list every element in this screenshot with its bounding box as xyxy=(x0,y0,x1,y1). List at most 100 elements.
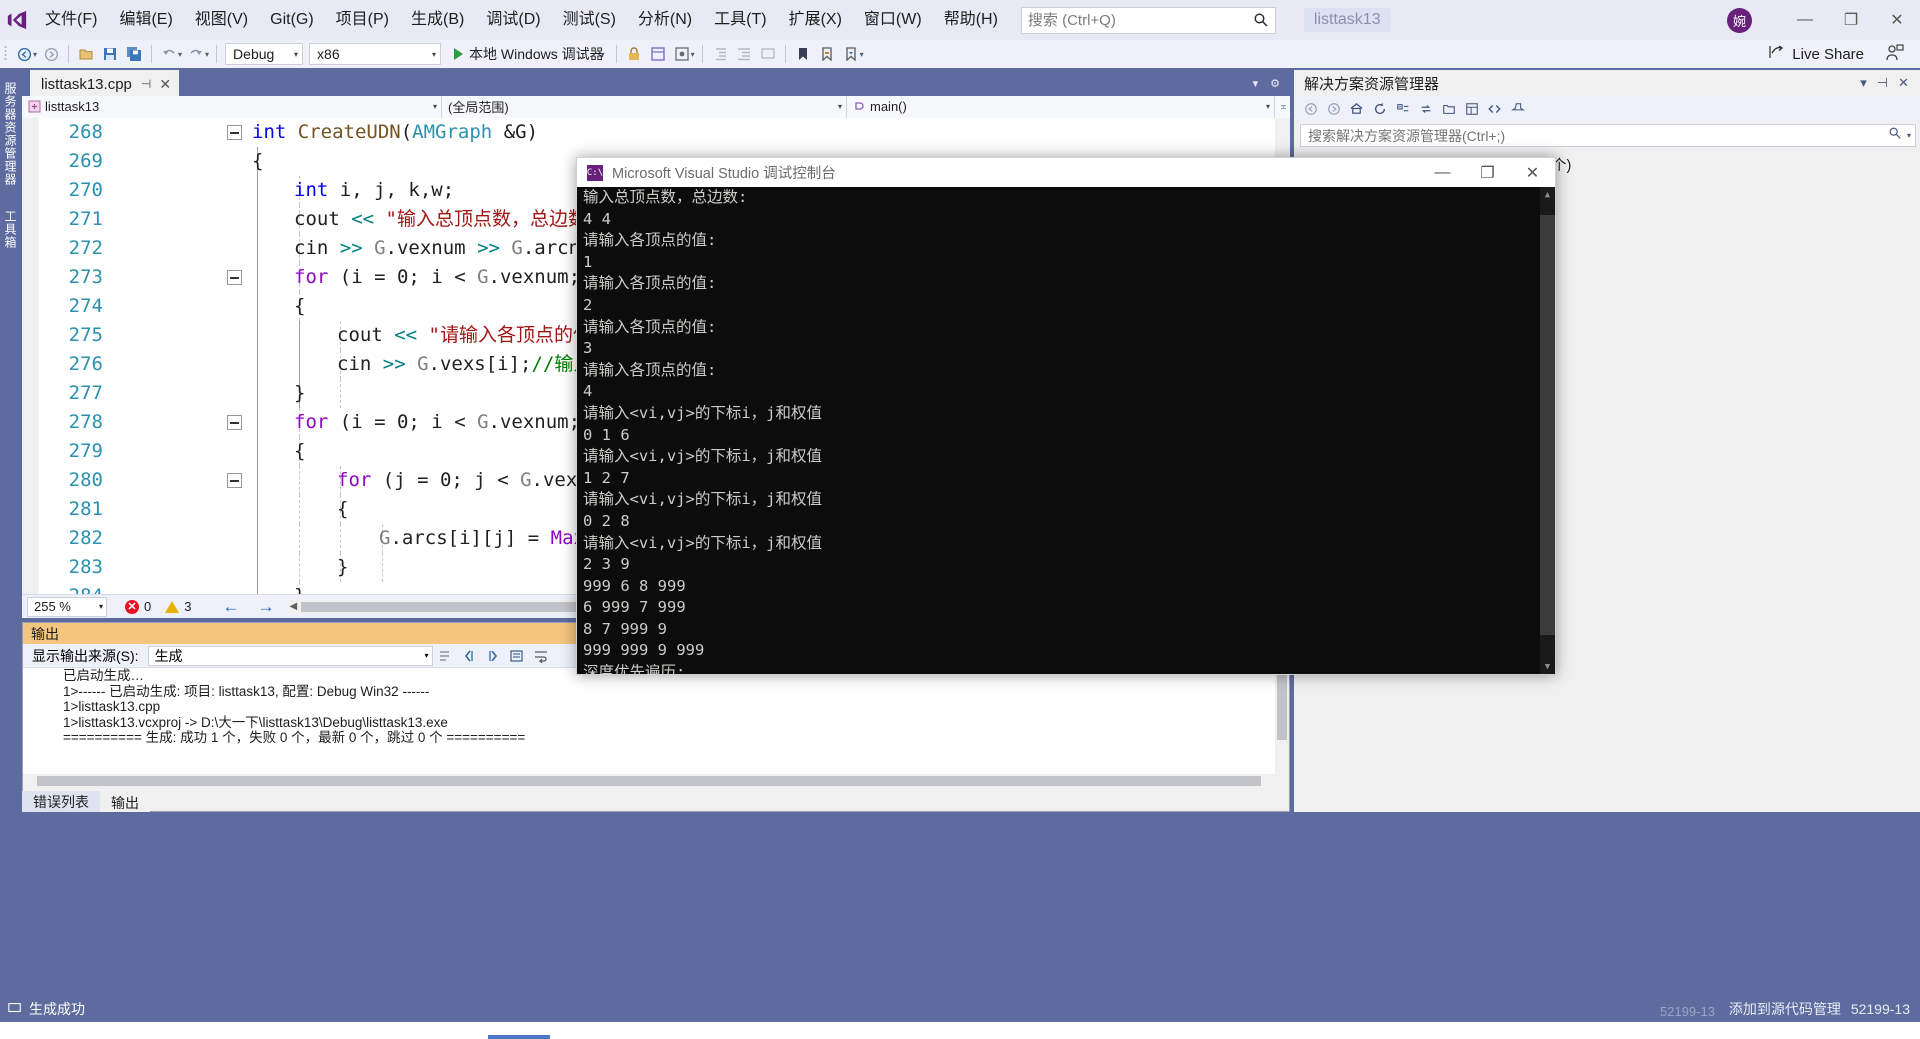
chevron-down-icon[interactable]: ▾ xyxy=(1855,75,1872,91)
collapse-region-icon[interactable] xyxy=(227,473,242,488)
menu-item-edit[interactable]: 编辑(E) xyxy=(108,0,183,40)
global-search-box[interactable] xyxy=(1020,6,1276,34)
start-debugging-button[interactable]: 本地 Windows 调试器 ▾ xyxy=(450,42,611,66)
console-restore-button[interactable]: ❐ xyxy=(1465,158,1510,187)
menu-item-window[interactable]: 窗口(W) xyxy=(853,0,933,40)
menu-item-analyze[interactable]: 分析(N) xyxy=(627,0,703,40)
pin-icon[interactable] xyxy=(1506,98,1529,120)
forward-icon[interactable] xyxy=(1322,98,1345,120)
select-element-dropdown-icon[interactable]: ▾ xyxy=(691,50,695,59)
navbar-member-combo[interactable]: main() ▾ xyxy=(847,95,1275,118)
scrollbar-thumb[interactable] xyxy=(37,776,1261,786)
restore-button[interactable]: ❐ xyxy=(1828,0,1874,40)
navbar-project-combo[interactable]: listtask13 ▾ xyxy=(22,95,442,118)
security-icon[interactable] xyxy=(622,42,646,66)
toggle-bookmark-icon[interactable] xyxy=(815,42,839,66)
search-input[interactable] xyxy=(1027,11,1253,29)
refresh-icon[interactable] xyxy=(1368,98,1391,120)
solution-explorer-search-box[interactable]: ▾ xyxy=(1300,124,1916,147)
navigate-backward-dropdown-icon[interactable]: ▾ xyxy=(33,50,37,59)
output-text-area[interactable]: 已启动生成… 1>------ 已启动生成: 项目: listtask13, 配置… xyxy=(23,668,1289,788)
tab-list-dropdown-icon[interactable]: ▾ xyxy=(1247,77,1265,90)
live-visual-tree-icon[interactable] xyxy=(646,42,670,66)
undo-dropdown-icon[interactable]: ▾ xyxy=(178,50,182,59)
console-close-button[interactable]: ✕ xyxy=(1510,158,1555,187)
tab-error-list[interactable]: 错误列表 xyxy=(22,791,100,812)
menu-item-debug[interactable]: 调试(D) xyxy=(475,0,551,40)
redo-dropdown-icon[interactable]: ▾ xyxy=(205,50,209,59)
close-button[interactable]: ✕ xyxy=(1874,0,1920,40)
document-options-gear-icon[interactable]: ⚙ xyxy=(1264,77,1286,90)
sidebar-item-server-explorer[interactable]: 服务器资源管理器 xyxy=(0,76,22,196)
save-icon[interactable] xyxy=(98,42,122,66)
menu-item-build[interactable]: 生成(B) xyxy=(400,0,475,40)
menu-item-project[interactable]: 项目(P) xyxy=(325,0,400,40)
search-icon[interactable] xyxy=(1888,126,1902,145)
bookmark-icon[interactable] xyxy=(791,42,815,66)
save-all-icon[interactable] xyxy=(122,42,146,66)
scrollbar-thumb[interactable] xyxy=(1277,670,1287,740)
go-to-next-message-icon[interactable] xyxy=(481,645,505,667)
debug-console-window[interactable]: C:\ Microsoft Visual Studio 调试控制台 — ❐ ✕ … xyxy=(576,157,1556,675)
back-icon[interactable] xyxy=(1299,98,1322,120)
menu-item-tools[interactable]: 工具(T) xyxy=(703,0,777,40)
scroll-down-icon[interactable]: ▼ xyxy=(1540,659,1555,674)
chevron-down-icon[interactable]: ▾ xyxy=(601,50,605,59)
chevron-down-icon[interactable]: ▾ xyxy=(1902,131,1911,140)
sync-icon[interactable] xyxy=(1414,98,1437,120)
warning-count-indicator[interactable]: 3 xyxy=(165,599,191,614)
close-icon[interactable]: ✕ xyxy=(159,76,171,93)
avatar[interactable]: 婉 xyxy=(1727,7,1752,33)
navbar-scope-combo[interactable]: (全局范围) ▾ xyxy=(442,95,847,118)
bookmark-dropdown-icon[interactable]: ▾ xyxy=(860,50,864,59)
menu-item-help[interactable]: 帮助(H) xyxy=(933,0,1009,40)
solution-configuration-combo[interactable]: Debug ▾ xyxy=(225,43,304,65)
toolbar-grip[interactable] xyxy=(4,44,12,64)
live-share-button[interactable]: Live Share xyxy=(1768,40,1864,68)
code-view-icon[interactable] xyxy=(1483,98,1506,120)
minimize-button[interactable]: — xyxy=(1782,0,1828,40)
output-source-combo[interactable]: 生成 ▾ xyxy=(147,645,433,666)
collapse-region-icon[interactable] xyxy=(227,125,242,140)
find-message-icon[interactable] xyxy=(433,645,457,667)
collapse-region-icon[interactable] xyxy=(227,270,242,285)
menu-item-view[interactable]: 视图(V) xyxy=(184,0,259,40)
go-to-previous-message-icon[interactable] xyxy=(457,645,481,667)
zoom-level-combo[interactable]: 255 % ▾ xyxy=(27,596,107,617)
menu-item-git[interactable]: Git(G) xyxy=(259,0,325,40)
sidebar-item-toolbox[interactable]: 工具箱 xyxy=(0,204,22,266)
collapse-region-icon[interactable] xyxy=(227,415,242,430)
collapse-all-icon[interactable] xyxy=(1391,98,1414,120)
send-feedback-icon[interactable] xyxy=(1886,44,1904,67)
menu-item-test[interactable]: 测试(S) xyxy=(552,0,627,40)
document-tab-listtask13-cpp[interactable]: listtask13.cpp ⊣ ✕ xyxy=(30,70,180,96)
navbar-split-button[interactable] xyxy=(1275,95,1290,118)
close-icon[interactable]: ✕ xyxy=(1893,75,1914,91)
new-project-icon[interactable] xyxy=(74,42,98,66)
code-line[interactable]: 268 int CreateUDN(AMGraph &G) xyxy=(22,118,1290,147)
toggle-word-wrap-icon[interactable] xyxy=(529,645,553,667)
navigate-forward-icon[interactable] xyxy=(39,42,63,66)
tab-output[interactable]: 输出 xyxy=(100,791,150,812)
properties-icon[interactable] xyxy=(1460,98,1483,120)
next-error-button[interactable]: → xyxy=(248,597,283,617)
home-icon[interactable] xyxy=(1345,98,1368,120)
scroll-up-icon[interactable]: ▲ xyxy=(1540,187,1555,202)
error-count-indicator[interactable]: ✕ 0 xyxy=(125,599,151,614)
console-minimize-button[interactable]: — xyxy=(1420,158,1465,187)
scroll-left-icon[interactable]: ◀ xyxy=(289,601,297,612)
solution-search-input[interactable] xyxy=(1308,127,1888,144)
console-vertical-scrollbar[interactable]: ▲ ▼ xyxy=(1540,187,1555,674)
prev-error-button[interactable]: ← xyxy=(213,597,248,617)
output-horizontal-scrollbar[interactable] xyxy=(23,774,1275,788)
solution-platform-combo[interactable]: x86 ▾ xyxy=(309,43,442,65)
pin-icon[interactable]: ⊣ xyxy=(141,77,151,91)
output-vertical-scrollbar[interactable] xyxy=(1275,668,1289,788)
clear-all-icon[interactable] xyxy=(505,645,529,667)
menu-item-extensions[interactable]: 扩展(X) xyxy=(778,0,853,40)
source-control-label[interactable]: 添加到源代码管理 xyxy=(1719,999,1851,1019)
show-all-files-icon[interactable] xyxy=(1437,98,1460,120)
console-output-area[interactable]: 输入总顶点数，总边数: 4 4 请输入各顶点的值: 1 请输入各顶点的值: 2 请输入各顶点… xyxy=(577,187,1555,674)
menu-item-file[interactable]: 文件(F) xyxy=(34,0,108,40)
pin-icon[interactable]: ⊣ xyxy=(1872,75,1893,91)
